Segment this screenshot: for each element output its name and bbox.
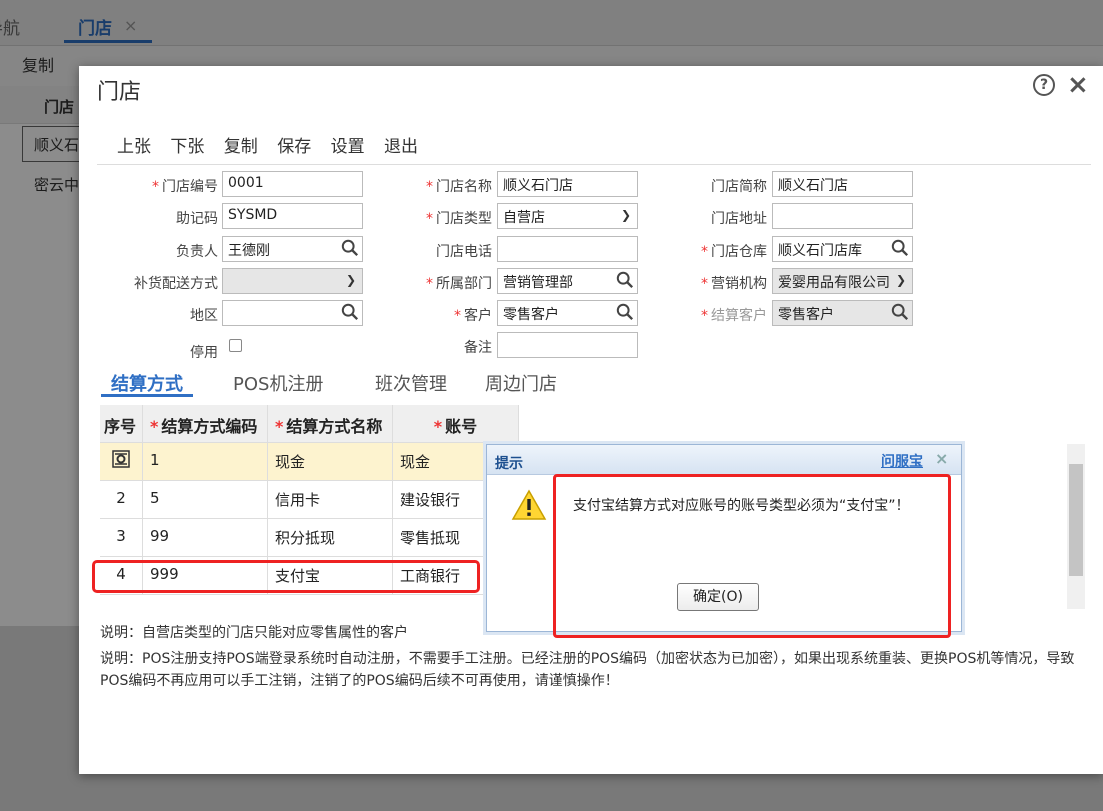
- tab-shift[interactable]: 班次管理: [375, 370, 447, 396]
- highlight-box-dialog: [553, 474, 951, 638]
- close-icon[interactable]: ×: [1067, 70, 1089, 100]
- department-input[interactable]: 营销管理部: [497, 268, 638, 294]
- grid-header-code: * 结算方式编码: [143, 405, 268, 443]
- disabled-label: 停用: [190, 345, 218, 361]
- store-modal: 门店 ? × 上张 下张 复制 保存 设置 退出 * 门店编号 0001 * 门店名…: [79, 66, 1103, 774]
- marketing-org-label: * 营销机构: [701, 276, 767, 292]
- manager-label: 负责人: [176, 244, 218, 260]
- action-bar: 上张 下张 复制 保存 设置 退出: [117, 132, 432, 157]
- replenish-select[interactable]: ❯: [222, 268, 363, 294]
- settle-customer-label: * 结算客户: [701, 308, 767, 324]
- region-label: 地区: [190, 308, 218, 324]
- replenish-label: 补货配送方式: [134, 276, 218, 292]
- row-settings-icon[interactable]: [100, 443, 143, 481]
- next-button[interactable]: 下张: [170, 137, 204, 157]
- customer-label: * 客户: [454, 308, 492, 324]
- exit-button[interactable]: 退出: [384, 137, 418, 157]
- search-icon[interactable]: [616, 303, 634, 321]
- manager-input[interactable]: 王德刚: [222, 236, 363, 262]
- grid-header-no: 序号: [100, 405, 143, 443]
- customer-input[interactable]: 零售客户: [497, 300, 638, 326]
- search-icon[interactable]: [341, 239, 359, 257]
- search-icon[interactable]: [616, 271, 634, 289]
- search-icon[interactable]: [341, 303, 359, 321]
- save-button[interactable]: 保存: [277, 137, 311, 157]
- store-phone-label: 门店电话: [436, 244, 492, 260]
- store-code-input[interactable]: 0001: [222, 171, 363, 197]
- grid-scroll-thumb[interactable]: [1069, 464, 1083, 576]
- grid-cell-code[interactable]: 99: [143, 519, 268, 557]
- store-short-input[interactable]: 顺义石门店: [772, 171, 913, 197]
- grid-cell-no: 3: [100, 519, 143, 557]
- store-address-input[interactable]: [772, 203, 913, 229]
- dialog-help-link[interactable]: 问服宝: [881, 451, 923, 471]
- disabled-checkbox[interactable]: [229, 339, 242, 352]
- grid-header-account: * 账号: [393, 405, 519, 443]
- tab-nearby-stores[interactable]: 周边门店: [485, 370, 557, 396]
- store-name-label: * 门店名称: [426, 179, 492, 195]
- note-2: 说明：POS注册支持POS端登录系统时自动注册，不需要手工注册。已经注册的POS…: [100, 651, 1075, 689]
- remark-input[interactable]: [497, 332, 638, 358]
- grid-cell-code[interactable]: 5: [143, 481, 268, 519]
- mnemonic-label: 助记码: [176, 211, 218, 227]
- marketing-org-select[interactable]: 爱婴用品有限公司 ❯: [772, 268, 913, 294]
- remark-label: 备注: [464, 340, 492, 356]
- department-label: * 所属部门: [426, 276, 492, 292]
- store-type-select[interactable]: 自营店 ❯: [497, 203, 638, 229]
- chevron-down-icon: ❯: [620, 208, 631, 222]
- search-icon[interactable]: [891, 303, 909, 321]
- store-phone-input[interactable]: [497, 236, 638, 262]
- help-icon[interactable]: ?: [1033, 74, 1055, 96]
- chevron-down-icon: ❯: [895, 273, 906, 287]
- tab-pos-register[interactable]: POS机注册: [233, 370, 323, 396]
- grid-cell-code[interactable]: 1: [143, 443, 268, 481]
- settings-button[interactable]: 设置: [331, 137, 365, 157]
- grid-cell-name[interactable]: 现金: [268, 443, 393, 481]
- settle-customer-input[interactable]: 零售客户: [772, 300, 913, 326]
- store-name-input[interactable]: 顺义石门店: [497, 171, 638, 197]
- tab-settlement[interactable]: 结算方式: [111, 370, 183, 396]
- grid-cell-no: 2: [100, 481, 143, 519]
- modal-title: 门店: [97, 80, 142, 105]
- store-type-label: * 门店类型: [426, 211, 492, 227]
- store-warehouse-input[interactable]: 顺义石门店库: [772, 236, 913, 262]
- region-input[interactable]: [222, 300, 363, 326]
- store-address-label: 门店地址: [711, 211, 767, 227]
- store-short-label: 门店简称: [711, 179, 767, 195]
- grid-cell-name[interactable]: 积分抵现: [268, 519, 393, 557]
- warning-icon: [511, 489, 547, 520]
- copy-button[interactable]: 复制: [224, 137, 258, 157]
- gear-icon[interactable]: [111, 449, 131, 469]
- search-icon[interactable]: [891, 239, 909, 257]
- dialog-close-icon[interactable]: ×: [935, 449, 948, 468]
- action-divider: [97, 164, 1091, 165]
- store-warehouse-label: * 门店仓库: [701, 244, 767, 260]
- chevron-down-icon: ❯: [345, 273, 356, 287]
- grid-header-name: * 结算方式名称: [268, 405, 393, 443]
- mnemonic-input[interactable]: SYSMD: [222, 203, 363, 229]
- dialog-title: 提示: [495, 456, 523, 472]
- prev-button[interactable]: 上张: [117, 137, 151, 157]
- store-code-label: * 门店编号: [152, 179, 218, 195]
- tab-active-underline: [101, 394, 193, 397]
- grid-cell-name[interactable]: 信用卡: [268, 481, 393, 519]
- highlight-box-row: [92, 560, 480, 593]
